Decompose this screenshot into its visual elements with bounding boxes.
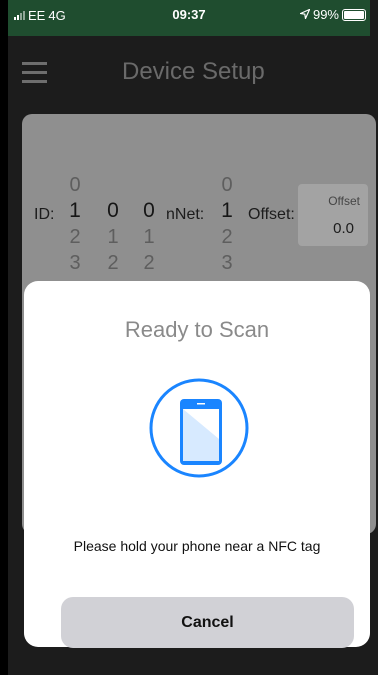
nnet-label: nNet:: [166, 206, 205, 223]
navigation-bar: Device Setup: [8, 36, 370, 112]
nfc-instruction: Please hold your phone near a NFC tag: [73, 538, 321, 554]
hamburger-icon[interactable]: [22, 62, 47, 89]
nnet-picker[interactable]: 0 1 2 3: [216, 172, 238, 276]
app-screen: EE 4G 09:37 99% Device Setup ID: 0 1 2 3…: [8, 0, 378, 675]
battery-icon: [342, 8, 366, 21]
offset-label: Offset:: [248, 206, 295, 223]
nfc-scan-sheet: Ready to Scan Please hold your phone nea…: [24, 281, 370, 648]
offset-placeholder: Offset: [328, 194, 360, 208]
cancel-button[interactable]: Cancel: [61, 597, 354, 648]
id-digit-picker-2[interactable]: 0 1 2: [102, 172, 124, 276]
status-bar: EE 4G 09:37 99%: [8, 0, 370, 36]
offset-value: 0.0: [333, 220, 354, 237]
id-label: ID:: [34, 206, 55, 223]
location-arrow-icon: [298, 7, 311, 22]
id-digit-picker-1[interactable]: 0 1 2 3: [64, 172, 86, 276]
sheet-title: Ready to Scan: [124, 317, 270, 342]
battery-percent: 99%: [312, 7, 339, 22]
id-digit-picker-3[interactable]: 0 1 2: [138, 172, 160, 276]
phone-nfc-icon: [148, 377, 250, 479]
offset-input[interactable]: Offset 0.0: [298, 184, 368, 246]
page-title: Device Setup: [122, 58, 265, 85]
